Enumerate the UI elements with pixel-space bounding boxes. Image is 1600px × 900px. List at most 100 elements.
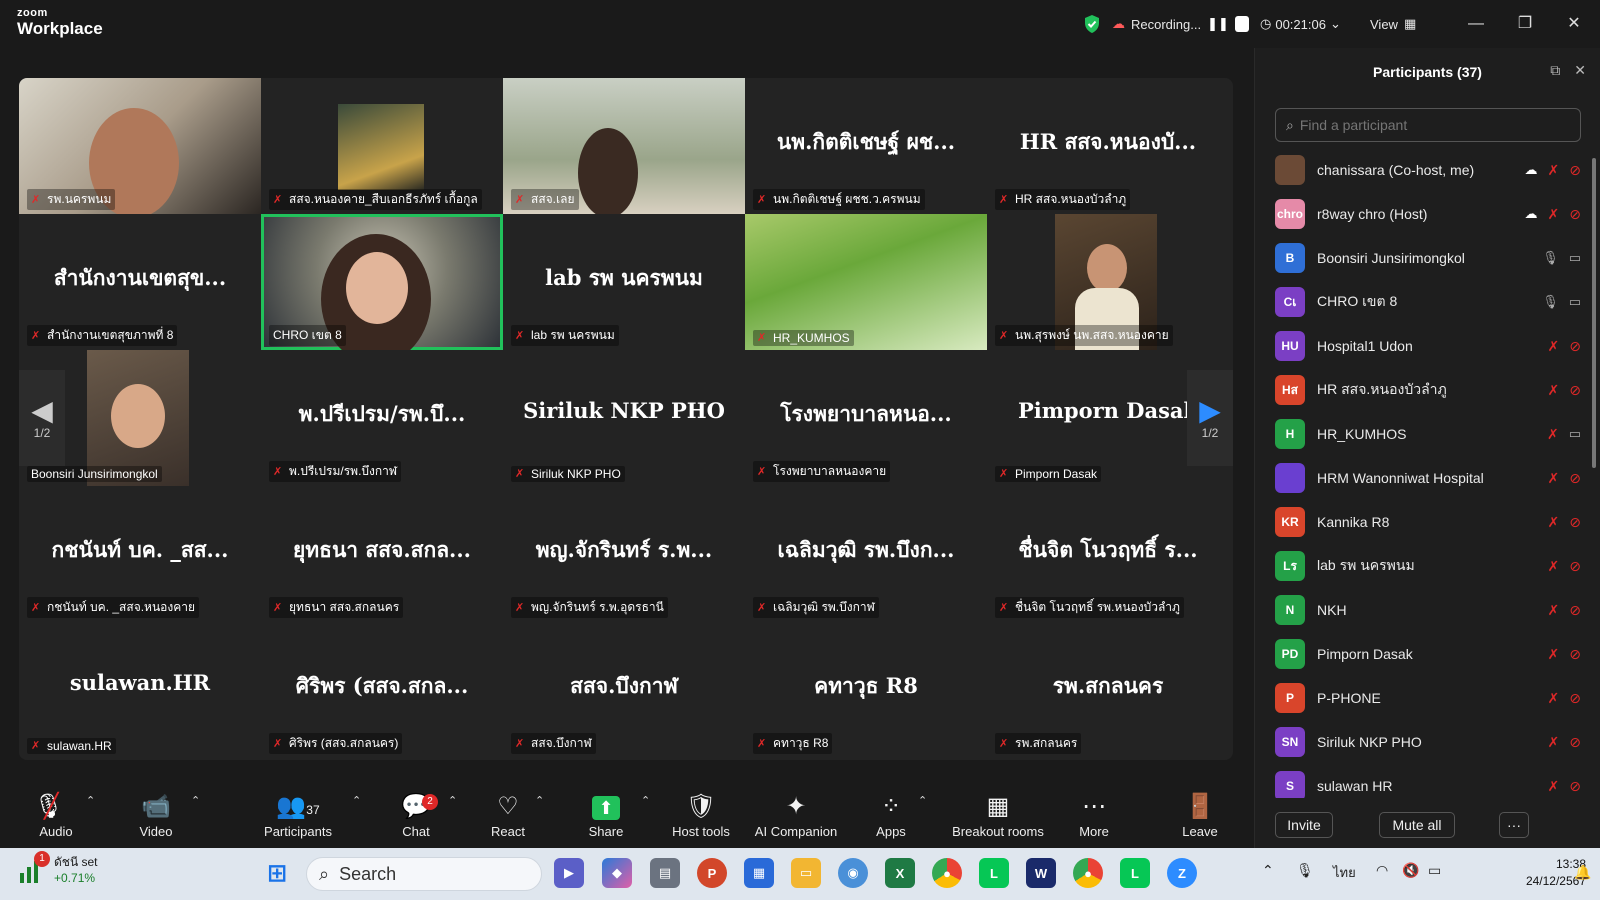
participant-row[interactable]: KR Kannika R8 ✗ ⊘ (1275, 500, 1585, 544)
line-icon[interactable]: L (979, 858, 1009, 888)
video-tile[interactable]: ✗ สสจ.เลย (503, 78, 745, 214)
stop-recording-icon[interactable] (1234, 16, 1249, 32)
mute-all-button[interactable]: Mute all (1379, 812, 1455, 838)
video-tile[interactable]: ยุทธนา สสจ.สกล... ✗ ยุทธนา สสจ.สกลนคร (261, 486, 503, 622)
video-off-icon[interactable]: ⊘ (1569, 690, 1581, 707)
mic-muted-icon[interactable]: ✗ (1548, 338, 1560, 355)
participant-row[interactable]: Ssulawan HR ✗ ⊘ (1275, 764, 1585, 798)
pause-recording-icon[interactable]: ❚❚ (1207, 16, 1229, 32)
participant-row[interactable]: PD Pimporn Dasak ✗ ⊘ (1275, 632, 1585, 676)
video-off-icon[interactable]: ⊘ (1569, 734, 1581, 751)
language-indicator[interactable]: ไทย (1333, 862, 1356, 883)
wifi-app-icon[interactable]: ◉ (838, 858, 868, 888)
participants-button[interactable]: 👥37 Participants (248, 792, 348, 839)
video-off-icon[interactable]: ⊘ (1569, 470, 1581, 487)
line-second-icon[interactable]: L (1120, 858, 1150, 888)
video-tile[interactable]: ชื่นจิต โนวฤทธิ์ ร... ✗ ชื่นจิต โนวฤทธิ์ … (987, 486, 1229, 622)
battery-icon[interactable]: ▭ (1428, 862, 1441, 879)
participant-row[interactable]: N NKH ✗ ⊘ (1275, 588, 1585, 632)
video-tile[interactable]: ศิริพร (สสจ.สกล... ✗ ศิริพร (สสจ.สกลนคร) (261, 622, 503, 758)
chat-caret-icon[interactable]: ⌃ (448, 794, 457, 807)
calendar-icon[interactable]: ▦ (744, 858, 774, 888)
video-tile[interactable]: พญ.จักรินทร์ ร.พ... ✗ พญ.จักรินทร์ ร.พ.อุ… (503, 486, 745, 622)
video-tile[interactable]: ✗ สสจ.หนองคาย_สืบเอกธีรภัทร์ เกื้อกูล (261, 78, 503, 214)
mic-muted-icon[interactable]: ✗ (1548, 558, 1560, 575)
mic-muted-icon[interactable]: ✗ (1548, 162, 1560, 179)
minimize-icon[interactable]: — (1464, 12, 1488, 36)
mic-muted-icon[interactable]: ✗ (1548, 646, 1560, 663)
participant-row[interactable]: SN Siriluk NKP PHO ✗ ⊘ (1275, 720, 1585, 764)
participant-row[interactable]: B Boonsiri Junsirimongkol 🎙 ▭ (1275, 236, 1585, 280)
participant-row[interactable]: HU Hospital1 Udon ✗ ⊘ (1275, 324, 1585, 368)
video-icon[interactable]: ▭ (1569, 294, 1581, 310)
share-caret-icon[interactable]: ⌃ (641, 794, 650, 807)
participant-search[interactable]: ⌕ (1275, 108, 1581, 142)
video-tile[interactable]: รพ.สกลนคร ✗ รพ.สกลนคร (987, 622, 1229, 758)
video-off-icon[interactable]: ⊘ (1569, 602, 1581, 619)
mic-muted-icon[interactable]: ✗ (1548, 602, 1560, 619)
audio-options-caret-icon[interactable]: ⌃ (86, 794, 95, 807)
ai-companion-button[interactable]: ✦ AI Companion (746, 792, 846, 839)
video-off-icon[interactable]: ⊘ (1569, 646, 1581, 663)
mic-muted-icon[interactable]: ✗ (1548, 690, 1560, 707)
video-tile[interactable]: พ.ปรีเปรม/รพ.บึ... ✗ พ.ปรีเปรม/รพ.บึงกาฬ (261, 350, 503, 486)
video-icon[interactable]: ▭ (1569, 250, 1581, 266)
more-options-button[interactable]: ··· (1499, 812, 1529, 838)
participants-caret-icon[interactable]: ⌃ (352, 794, 361, 807)
next-page-button[interactable]: ▶ 1/2 (1187, 370, 1233, 466)
video-off-icon[interactable]: ⊘ (1569, 162, 1581, 179)
video-tile[interactable]: ✗ HR_KUMHOS (745, 214, 987, 350)
participant-list[interactable]: chanissara (Co-host, me) ☁ ✗ ⊘ chro r8way chr… (1275, 148, 1585, 798)
chrome-profile-icon[interactable]: ● (1073, 858, 1103, 888)
previous-page-button[interactable]: ◀ 1/2 (19, 370, 65, 466)
video-off-icon[interactable]: ⊘ (1569, 206, 1581, 223)
encryption-shield-icon[interactable] (1083, 12, 1101, 36)
participant-row[interactable]: HRM Wanonniwat Hospital ✗ ⊘ (1275, 456, 1585, 500)
host-tools-button[interactable]: 🛡 Host tools (651, 792, 751, 839)
file-explorer-icon[interactable]: ▭ (791, 858, 821, 888)
mic-muted-icon[interactable]: ✗ (1548, 734, 1560, 751)
video-tile[interactable]: HR สสจ.หนองบั... ✗ HR สสจ.หนองบัวลำภู (987, 78, 1229, 214)
video-off-icon[interactable]: ⊘ (1569, 338, 1581, 355)
mic-muted-icon[interactable]: ✗ (1548, 206, 1560, 223)
mic-muted-icon[interactable]: ✗ (1547, 426, 1559, 443)
participant-row[interactable]: Cเ CHRO เขต 8 🎙 ▭ (1275, 280, 1585, 324)
participant-row[interactable]: Hส HR สสจ.หนองบัวลำภู ✗ ⊘ (1275, 368, 1585, 412)
calculator-icon[interactable]: ▤ (650, 858, 680, 888)
video-options-caret-icon[interactable]: ⌃ (191, 794, 200, 807)
video-off-icon[interactable]: ⊘ (1569, 514, 1581, 531)
restore-icon[interactable]: ❐ (1513, 12, 1537, 36)
notification-bell-icon[interactable]: 🔔 (1574, 864, 1591, 881)
close-panel-icon[interactable]: ✕ (1574, 62, 1586, 79)
excel-icon[interactable]: X (885, 858, 915, 888)
video-tile[interactable]: สำนักงานเขตสุข... ✗ สำนักงานเขตสุขภาพที่ … (19, 214, 261, 350)
mic-muted-icon[interactable]: ✗ (1548, 514, 1560, 531)
video-tile[interactable]: lab รพ นครพนม ✗ lab รพ นครพนม (503, 214, 745, 350)
participant-row[interactable]: P P-PHONE ✗ ⊘ (1275, 676, 1585, 720)
close-window-icon[interactable]: ✕ (1562, 12, 1586, 36)
zoom-icon[interactable]: Z (1167, 858, 1197, 888)
apps-caret-icon[interactable]: ⌃ (918, 794, 927, 807)
teams-icon[interactable]: ▶ (554, 858, 584, 888)
video-tile[interactable]: ✗ รพ.นครพนม (19, 78, 261, 214)
participant-search-input[interactable] (1299, 117, 1560, 133)
powerpoint-icon[interactable]: P (697, 858, 727, 888)
meeting-timer[interactable]: ◷ 00:21:06 ⌄ (1260, 12, 1341, 36)
video-tile[interactable]: นพ.กิตติเชษฐ์ ผช... ✗ นพ.กิตติเชษฐ์ ผชช.ว… (745, 78, 987, 214)
video-tile[interactable]: กชนันท์ บค. _สส... ✗ กชนันท์ บค. _สสจ.หนอ… (19, 486, 261, 622)
video-tile[interactable]: โรงพยาบาลหนอ... ✗ โรงพยาบาลหนองคาย (745, 350, 987, 486)
video-icon[interactable]: ▭ (1569, 426, 1581, 442)
tray-chevron-icon[interactable]: ⌃ (1262, 862, 1274, 879)
participant-row[interactable]: chro r8way chro (Host) ☁ ✗ ⊘ (1275, 192, 1585, 236)
mic-muted-icon[interactable]: ✗ (1548, 778, 1560, 795)
video-tile[interactable]: Siriluk NKP PHO ✗ Siriluk NKP PHO (503, 350, 745, 486)
video-tile-active-speaker[interactable]: CHRO เขต 8 (261, 214, 503, 350)
video-tile[interactable]: sulawan.HR ✗ sulawan.HR (19, 622, 261, 758)
participant-row[interactable]: Lร lab รพ นครพนม ✗ ⊘ (1275, 544, 1585, 588)
video-off-icon[interactable]: ⊘ (1569, 558, 1581, 575)
participant-list-scrollbar[interactable] (1592, 158, 1596, 468)
video-tile[interactable]: ✗ นพ.สุรพงษ์ นพ.สสจ.หนองคาย (987, 214, 1229, 350)
volume-muted-icon[interactable]: 🔇 (1402, 862, 1419, 879)
wifi-icon[interactable]: ◠ (1376, 862, 1388, 879)
mic-icon[interactable]: 🎙 (1542, 250, 1559, 266)
